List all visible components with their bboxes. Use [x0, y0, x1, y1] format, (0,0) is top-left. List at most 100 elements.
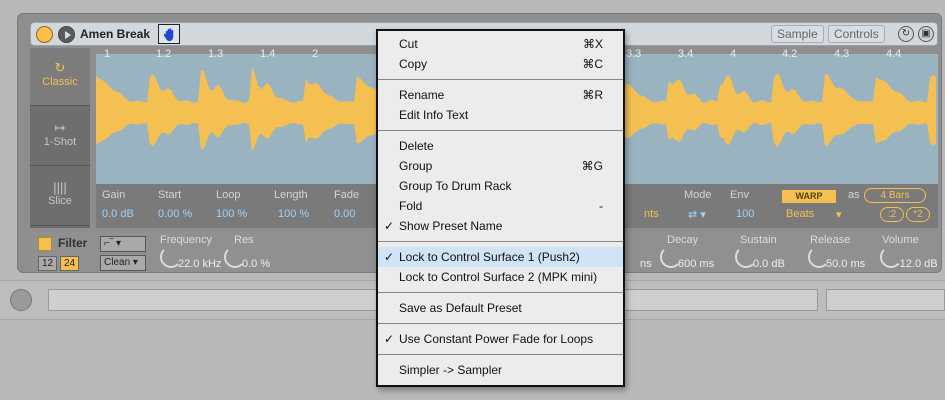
length-value[interactable]: 100 %	[278, 208, 309, 220]
fade-label: Fade	[334, 189, 360, 201]
menu-item-shortcut: ⌘G	[581, 159, 603, 173]
play-icon[interactable]	[10, 289, 32, 311]
length-label: Length	[274, 189, 308, 201]
frequency-label: Frequency	[160, 234, 212, 246]
bars-value[interactable]: 4 Bars	[864, 188, 926, 203]
ruler-tick: 2	[312, 48, 319, 60]
mode-label: Mode	[684, 189, 712, 201]
menu-item-shortcut: -	[599, 199, 603, 213]
ruler-tick: 3.4	[678, 48, 694, 60]
menu-item-simpler-sampler[interactable]: Simpler -> Sampler	[378, 360, 623, 380]
mode-one-shot-button[interactable]: ↦ 1-Shot	[30, 108, 90, 166]
menu-item-copy[interactable]: Copy ⌘C	[378, 54, 623, 74]
release-value: 50.0 ms	[826, 258, 866, 270]
checkmark-icon: ✓	[384, 219, 395, 233]
menu-item-group-to-drum-rack[interactable]: Group To Drum Rack	[378, 176, 623, 196]
menu-item-label: Show Preset Name	[399, 219, 503, 233]
frequency-value: 22.0 kHz	[178, 258, 222, 270]
ruler-tick: 4.4	[886, 48, 902, 60]
menu-item-label: Lock to Control Surface 1 (Push2)	[399, 250, 580, 264]
as-label: as	[848, 189, 860, 201]
filter-toggle[interactable]	[38, 237, 52, 251]
menu-item-shortcut: ⌘C	[582, 57, 603, 71]
play-icon[interactable]	[58, 26, 75, 43]
checkmark-icon: ✓	[384, 332, 395, 346]
menu-separator	[378, 292, 623, 293]
menu-item-lock-to-control-surface-1-push2[interactable]: ✓ Lock to Control Surface 1 (Push2)	[378, 247, 623, 267]
mode-classic-button[interactable]: ↻ Classic	[30, 48, 90, 106]
menu-separator	[378, 354, 623, 355]
fade-value[interactable]: 0.00	[334, 208, 355, 220]
warp-mode-beats[interactable]: Beats	[786, 208, 814, 220]
context-menu: Cut ⌘X Copy ⌘C Rename ⌘R Edit Info Text Delete G…	[376, 29, 625, 387]
menu-item-label: Copy	[399, 57, 428, 71]
menu-item-shortcut: ⌘R	[582, 88, 603, 102]
menu-item-label: Use Constant Power Fade for Loops	[399, 332, 594, 346]
menu-item-label: Group To Drum Rack	[399, 179, 512, 193]
sustain-label: Sustain	[740, 234, 777, 246]
warp-mode-partial[interactable]: nts	[644, 208, 659, 220]
menu-item-label: Rename	[399, 88, 445, 102]
menu-separator	[378, 79, 623, 80]
slice-icon: ||||	[53, 180, 67, 195]
filter-label: Filter	[58, 236, 88, 250]
ruler-tick: 4	[730, 48, 737, 60]
loop-value[interactable]: 100 %	[216, 208, 247, 220]
device-title[interactable]: Amen Break	[80, 27, 150, 41]
mode-label: Slice	[48, 195, 72, 207]
circuit-dropdown[interactable]: Clean ▾	[100, 255, 146, 271]
menu-item-label: Lock to Control Surface 2 (MPK mini)	[399, 270, 598, 284]
slope-12-button[interactable]: 12	[38, 256, 58, 271]
mode-loop-icon[interactable]: ⇄ ▾	[688, 208, 706, 221]
loop-icon: ↻	[54, 60, 66, 75]
mode-slice-button[interactable]: |||| Slice	[30, 168, 90, 226]
one-shot-icon: ↦	[54, 120, 66, 135]
filter-type-dropdown[interactable]: ⌐‾ ▾	[100, 236, 146, 252]
track-input-2[interactable]	[826, 289, 945, 311]
slope-24-button[interactable]: 24	[60, 256, 80, 271]
start-value[interactable]: 0.00 %	[158, 208, 192, 220]
chevron-down-icon[interactable]: ▾	[836, 208, 842, 221]
warp-button[interactable]: WARP	[782, 190, 836, 203]
menu-item-delete[interactable]: Delete	[378, 136, 623, 156]
checkmark-icon: ✓	[384, 250, 395, 264]
start-label: Start	[158, 189, 182, 201]
attack-value-partial: ns	[640, 258, 652, 270]
menu-item-cut[interactable]: Cut ⌘X	[378, 34, 623, 54]
ruler-tick: 3.3	[626, 48, 642, 60]
menu-item-rename[interactable]: Rename ⌘R	[378, 85, 623, 105]
menu-item-label: Cut	[399, 37, 418, 51]
menu-item-save-as-default-preset[interactable]: Save as Default Preset	[378, 298, 623, 318]
menu-item-label: Fold	[399, 199, 423, 213]
mode-label: 1-Shot	[43, 136, 77, 148]
decay-label: Decay	[667, 234, 699, 246]
halve-button[interactable]: :2	[880, 207, 904, 222]
hand-icon[interactable]	[158, 24, 180, 44]
menu-item-group[interactable]: Group ⌘G	[378, 156, 623, 176]
save-preset-icon[interactable]: ▣	[918, 26, 934, 42]
tab-controls[interactable]: Controls	[828, 25, 885, 43]
res-label: Res	[234, 234, 254, 246]
env-value[interactable]: 100	[736, 208, 754, 220]
ruler-tick: 1	[104, 48, 111, 60]
menu-item-edit-info-text[interactable]: Edit Info Text	[378, 105, 623, 125]
ruler-tick: 1.4	[260, 48, 276, 60]
ruler-tick: 4.3	[834, 48, 850, 60]
menu-item-lock-to-control-surface-2-mpk-mini[interactable]: Lock to Control Surface 2 (MPK mini)	[378, 267, 623, 287]
menu-separator	[378, 130, 623, 131]
ruler-tick: 1.3	[208, 48, 224, 60]
tab-sample[interactable]: Sample	[771, 25, 824, 43]
decay-value: 600 ms	[678, 258, 715, 270]
menu-item-label: Group	[399, 159, 433, 173]
menu-item-show-preset-name[interactable]: ✓ Show Preset Name	[378, 216, 623, 236]
ruler-tick: 4.2	[782, 48, 798, 60]
gain-value[interactable]: 0.0 dB	[102, 208, 134, 220]
power-icon[interactable]	[36, 26, 53, 43]
menu-item-fold[interactable]: Fold -	[378, 196, 623, 216]
double-button[interactable]: *2	[906, 207, 930, 222]
playback-mode-selector: ↻ Classic ↦ 1-Shot |||| Slice	[30, 48, 90, 228]
release-label: Release	[810, 234, 851, 246]
env-label: Env	[730, 189, 749, 201]
menu-item-use-constant-power-fade-for-loops[interactable]: ✓ Use Constant Power Fade for Loops	[378, 329, 623, 349]
hot-swap-icon[interactable]: ↻	[898, 26, 914, 42]
